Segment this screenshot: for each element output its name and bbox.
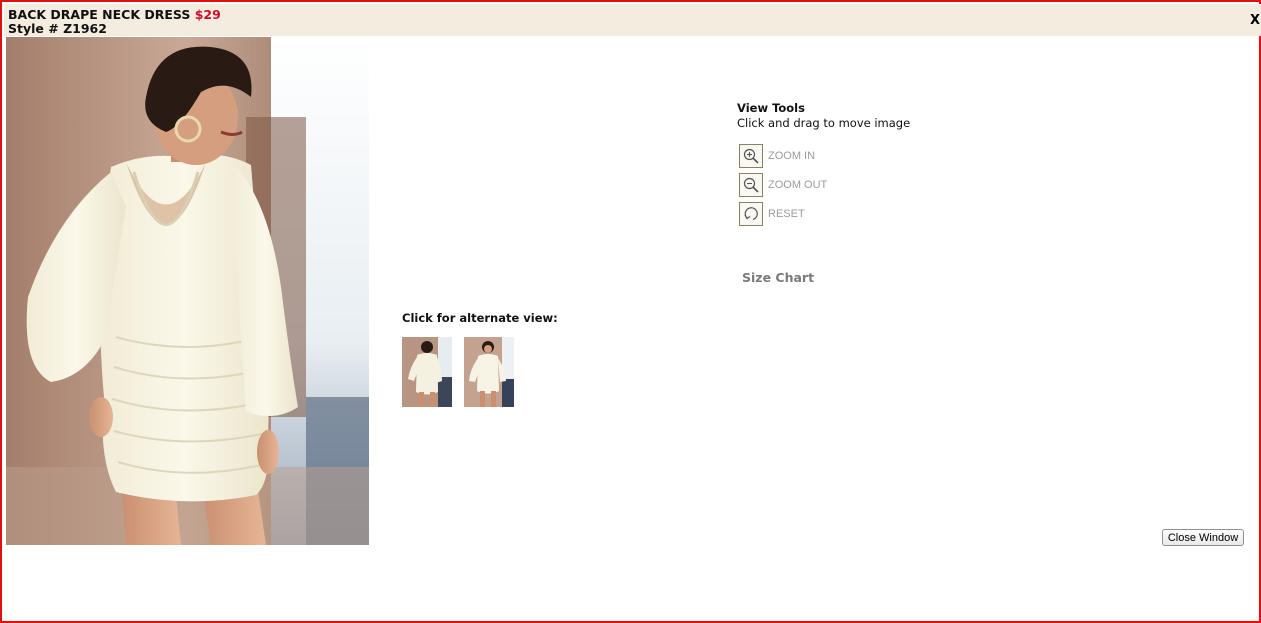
product-name: BACK DRAPE NECK DRESS xyxy=(8,7,191,22)
view-tools-panel: View Tools Click and drag to move image xyxy=(737,101,910,130)
reset-label: RESET xyxy=(768,208,805,220)
reset-arrow-icon xyxy=(739,202,763,226)
zoom-in-label: ZOOM IN xyxy=(768,150,816,162)
zoom-out-label: ZOOM OUT xyxy=(768,179,828,191)
main-product-image[interactable] xyxy=(6,37,369,545)
alternate-front-view-image xyxy=(464,337,514,407)
product-title-line: BACK DRAPE NECK DRESS $29 xyxy=(8,7,221,22)
alternate-back-view-image xyxy=(402,337,452,407)
close-x-button[interactable]: X xyxy=(1250,13,1260,28)
product-header: BACK DRAPE NECK DRESS $29 Style # Z1962 … xyxy=(4,4,1261,36)
zoom-out-button[interactable]: ZOOM OUT xyxy=(739,173,827,197)
alternate-view-thumbnail-1[interactable] xyxy=(402,337,452,407)
alternate-view-label: Click for alternate view: xyxy=(402,311,558,325)
magnifier-minus-icon xyxy=(739,173,763,197)
view-tools-title: View Tools xyxy=(737,101,805,115)
zoom-in-button[interactable]: ZOOM IN xyxy=(739,144,815,168)
popup-window: BACK DRAPE NECK DRESS $29 Style # Z1962 … xyxy=(0,0,1261,623)
model-photo xyxy=(6,37,369,545)
alternate-view-thumbnail-2[interactable] xyxy=(464,337,514,407)
reset-button[interactable]: RESET xyxy=(739,202,805,226)
view-tools-hint: Click and drag to move image xyxy=(737,116,911,130)
magnifier-plus-icon xyxy=(739,144,763,168)
size-chart-link[interactable]: Size Chart xyxy=(742,270,814,285)
close-window-button[interactable]: Close Window xyxy=(1162,529,1244,546)
style-number: Style # Z1962 xyxy=(8,21,107,36)
product-price: $29 xyxy=(194,7,221,22)
